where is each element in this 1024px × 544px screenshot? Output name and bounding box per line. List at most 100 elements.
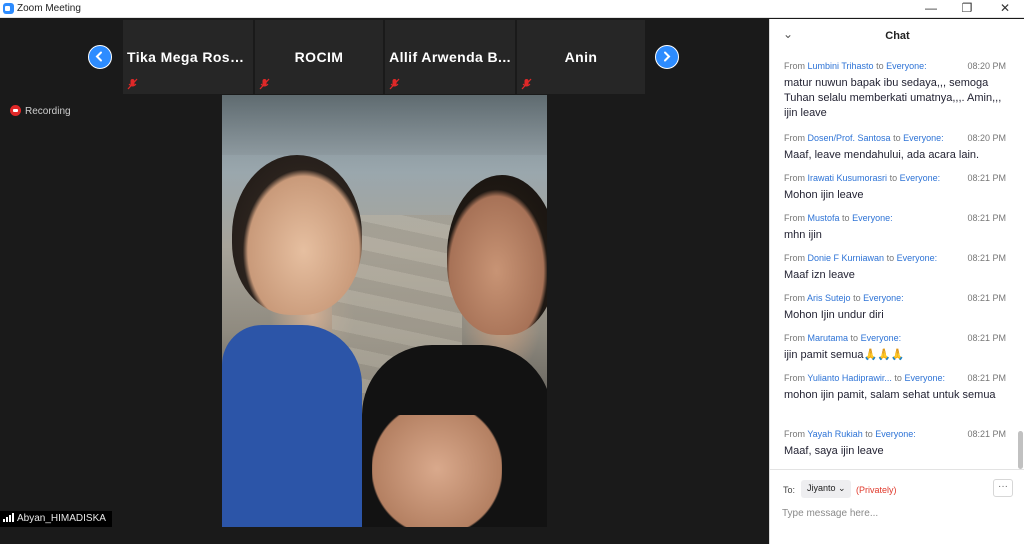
message-text: Maaf, leave mendahului, ada acara lain. bbox=[784, 149, 980, 161]
close-button[interactable]: ✕ bbox=[987, 0, 1023, 18]
chat-message: From Marutama to Everyone: 08:21 PM ijin … bbox=[784, 333, 1006, 363]
message-time: 08:21 PM bbox=[967, 293, 1006, 303]
chat-message: From Dosen/Prof. Santosa to Everyone: 08:… bbox=[784, 133, 1006, 163]
privacy-label: (Privately) bbox=[856, 485, 897, 495]
chat-message: From Yayah Rukiah to Everyone: 08:21 PM M… bbox=[784, 429, 1006, 459]
recording-indicator[interactable]: Recording bbox=[10, 105, 71, 117]
message-recipient: Everyone: bbox=[904, 373, 945, 383]
message-time: 08:21 PM bbox=[967, 173, 1006, 183]
chat-scrollbar[interactable] bbox=[1016, 53, 1024, 473]
message-time: 08:20 PM bbox=[967, 61, 1006, 71]
message-meta: From Donie F Kurniawan to Everyone: 08:21… bbox=[784, 253, 1006, 263]
participant-name: Anin bbox=[564, 49, 598, 65]
message-sender[interactable]: Yulianto Hadiprawir... bbox=[807, 373, 892, 383]
video-person-left-head bbox=[232, 155, 362, 315]
message-meta: From Aris Sutejo to Everyone: 08:21 PM bbox=[784, 293, 1006, 303]
chat-message: From Donie F Kurniawan to Everyone: 08:21… bbox=[784, 253, 1006, 283]
chevron-left-icon bbox=[95, 51, 102, 62]
chat-message: From Mustofa to Everyone: 08:21 PM mhn ij… bbox=[784, 213, 1006, 243]
message-text: mohon ijin pamit, salam sehat untuk semu… bbox=[784, 389, 996, 401]
message-meta: From Marutama to Everyone: 08:21 PM bbox=[784, 333, 1006, 343]
message-sender[interactable]: Donie F Kurniawan bbox=[808, 253, 885, 263]
more-options-button[interactable]: ··· bbox=[993, 479, 1013, 497]
participant-name: Allif Arwenda B... bbox=[389, 49, 511, 65]
message-sender[interactable]: Dosen/Prof. Santosa bbox=[808, 133, 891, 143]
message-recipient: Everyone: bbox=[860, 333, 902, 343]
self-name: Abyan_HIMADISKA bbox=[17, 513, 106, 524]
message-text: matur nuwun bapak ibu sedaya,,, semoga T… bbox=[784, 77, 1002, 119]
muted-mic-icon bbox=[259, 78, 270, 90]
message-time: 08:21 PM bbox=[967, 253, 1006, 263]
message-recipient: Everyone: bbox=[899, 173, 941, 183]
participant-name: ROCIM bbox=[294, 49, 344, 65]
participant-tile[interactable]: Tika Mega Rosti... bbox=[123, 20, 253, 94]
message-sender[interactable]: Mustofa bbox=[808, 213, 840, 223]
chat-message: From Yulianto Hadiprawir... to Everyone:… bbox=[784, 373, 1006, 403]
window-title: Zoom Meeting bbox=[17, 3, 81, 14]
chat-message: From Lumbini Trihasto to Everyone: 08:20 … bbox=[784, 61, 1006, 121]
message-meta: From Yayah Rukiah to Everyone: 08:21 PM bbox=[784, 429, 1006, 439]
message-input[interactable] bbox=[782, 505, 1012, 521]
message-time: 08:21 PM bbox=[967, 429, 1006, 439]
message-meta: From Dosen/Prof. Santosa to Everyone: 08:… bbox=[784, 133, 1006, 143]
recording-label: Recording bbox=[25, 106, 71, 117]
message-sender[interactable]: Marutama bbox=[808, 333, 849, 343]
message-meta: From Irawati Kusumorasri to Everyone: 08:… bbox=[784, 173, 1006, 183]
next-page-button[interactable] bbox=[655, 45, 679, 69]
to-label: To: bbox=[783, 485, 796, 495]
message-sender[interactable]: Irawati Kusumorasri bbox=[808, 173, 888, 183]
message-sender[interactable]: Yayah Rukiah bbox=[807, 429, 862, 439]
restore-button[interactable]: ❐ bbox=[949, 0, 985, 18]
video-person-left-body bbox=[222, 325, 362, 527]
recipient-dropdown[interactable]: Jiyanto ⌄ bbox=[801, 480, 851, 498]
chat-message: From Aris Sutejo to Everyone: 08:21 PM Mo… bbox=[784, 293, 1006, 323]
message-text: Maaf, saya ijin leave bbox=[784, 445, 884, 457]
message-sender[interactable]: Lumbini Trihasto bbox=[808, 61, 874, 71]
participant-tile[interactable]: ROCIM bbox=[255, 20, 383, 94]
message-text: Maaf izn leave bbox=[784, 269, 855, 281]
recording-icon bbox=[10, 105, 21, 116]
video-person-right-head bbox=[447, 175, 547, 335]
chevron-right-icon bbox=[664, 51, 671, 62]
chat-title: Chat bbox=[885, 30, 910, 42]
message-text: Mohon Ijin undur diri bbox=[784, 309, 884, 321]
message-text: mhn ijin bbox=[784, 229, 822, 241]
message-recipient: Everyone: bbox=[863, 293, 904, 303]
minimize-button[interactable]: — bbox=[913, 0, 949, 18]
video-stage: Tika Mega Rosti... ROCIM Allif Arwenda B… bbox=[0, 19, 769, 544]
chat-composer: To: Jiyanto ⌄ (Privately) ··· bbox=[770, 469, 1024, 544]
muted-mic-icon bbox=[389, 78, 400, 90]
message-recipient: Everyone: bbox=[875, 429, 916, 439]
muted-mic-icon bbox=[127, 78, 138, 90]
participant-tile[interactable]: Anin bbox=[517, 20, 645, 94]
message-recipient: Everyone: bbox=[852, 213, 893, 223]
muted-mic-icon bbox=[521, 78, 532, 90]
message-recipient: Everyone: bbox=[886, 61, 927, 71]
zoom-logo-icon bbox=[3, 3, 14, 14]
message-meta: From Mustofa to Everyone: 08:21 PM bbox=[784, 213, 1006, 223]
message-time: 08:21 PM bbox=[967, 213, 1006, 223]
chat-header: ⌄ Chat bbox=[770, 19, 1024, 49]
message-meta: From Yulianto Hadiprawir... to Everyone:… bbox=[784, 373, 1006, 383]
signal-strength-icon bbox=[3, 513, 14, 522]
message-time: 08:21 PM bbox=[967, 373, 1006, 383]
message-time: 08:21 PM bbox=[967, 333, 1006, 343]
video-background-roof bbox=[222, 95, 547, 155]
message-text: Mohon ijin leave bbox=[784, 189, 864, 201]
message-recipient: Everyone: bbox=[903, 133, 944, 143]
chat-panel: ⌄ Chat From Lumbini Trihasto to Everyone… bbox=[769, 19, 1024, 544]
message-text: ijin pamit semua🙏🙏🙏 bbox=[784, 349, 905, 361]
chat-message-list[interactable]: From Lumbini Trihasto to Everyone: 08:20 … bbox=[770, 59, 1015, 469]
chat-message: From Irawati Kusumorasri to Everyone: 08:… bbox=[784, 173, 1006, 203]
message-meta: From Lumbini Trihasto to Everyone: 08:20 … bbox=[784, 61, 1006, 71]
chat-scroll-thumb[interactable] bbox=[1018, 431, 1023, 469]
message-sender[interactable]: Aris Sutejo bbox=[807, 293, 851, 303]
title-bar: Zoom Meeting — ❐ ✕ bbox=[0, 0, 1024, 18]
participant-tile[interactable]: Allif Arwenda B... bbox=[385, 20, 515, 94]
message-time: 08:20 PM bbox=[967, 133, 1006, 143]
self-name-label: Abyan_HIMADISKA bbox=[0, 511, 112, 527]
message-recipient: Everyone: bbox=[896, 253, 938, 263]
video-hand bbox=[372, 415, 502, 527]
previous-page-button[interactable] bbox=[88, 45, 112, 69]
participant-name: Tika Mega Rosti... bbox=[127, 49, 253, 65]
